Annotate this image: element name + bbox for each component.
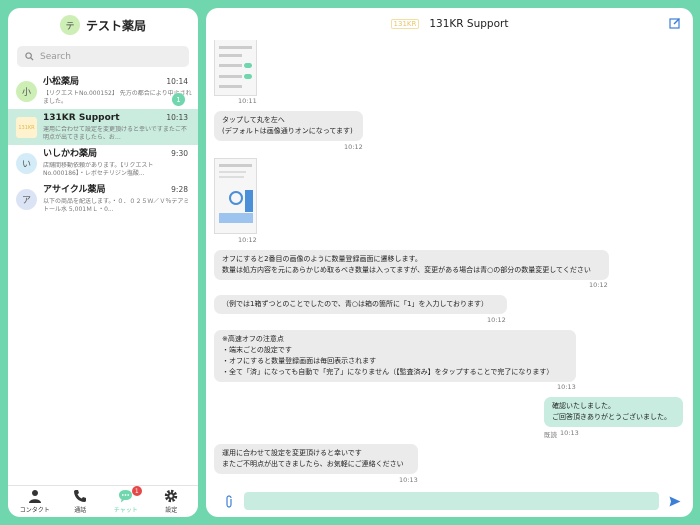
chat-row-acycle[interactable]: ア アサイクル薬局以下の商品を配送します。・０．０２５Ｗ／Ｖ％デアミトール水 5… — [8, 181, 198, 217]
message-time: 10:13 — [560, 429, 579, 437]
chat-row-komatsu[interactable]: 小 小松薬局 【リクエストNo.000152】 先方の都合により中止されました。 … — [8, 73, 198, 109]
screenshot-thumbnail[interactable] — [214, 158, 257, 234]
conversation-header: 131KR 131KR Support — [206, 8, 693, 40]
tab-label: チャット — [113, 507, 138, 514]
chat-name: いしかわ薬局 — [43, 149, 98, 159]
message-bubble: （例では1箱ずつとのことでしたので、青○は箱の箇所に「1」を入力しております） — [214, 295, 507, 314]
search-placeholder: Search — [40, 51, 71, 62]
message-time: 10:11 — [238, 97, 257, 105]
account-name: テスト薬局 — [85, 18, 146, 33]
chat-row-ishikawa[interactable]: い いしかわ薬局店舗間移動依頼があります。【リクエストNo.000186】・レボ… — [8, 145, 198, 181]
chat-preview: 【リクエストNo.000152】 先方の都合により中止されました。 — [43, 90, 192, 105]
chat-time: 10:14 — [166, 77, 188, 86]
message-time: 10:12 — [487, 316, 506, 324]
tab-label: コンタクト — [19, 507, 50, 514]
message-time: 10:13 — [399, 476, 418, 484]
contact-logo: 131KR — [390, 19, 420, 29]
unread-badge: 1 — [172, 93, 185, 106]
send-icon[interactable] — [669, 496, 681, 507]
compose-icon[interactable] — [669, 17, 681, 29]
avatar-logo: 131KR — [16, 117, 37, 138]
message-time: 10:12 — [344, 143, 363, 151]
message-input[interactable] — [244, 492, 659, 510]
attachment-icon[interactable] — [224, 494, 234, 508]
message-bubble: ※高速オフの注意点 ・端末ごとの設定です ・オフにすると数量登録画面は毎回表示さ… — [214, 330, 576, 382]
avatar: ア — [16, 189, 37, 210]
chat-preview: 以下の商品を配送します。・０．０２５Ｗ／Ｖ％デアミトール水 5,001ＭＬ・0.… — [43, 198, 190, 213]
conversation-title: 131KR Support — [429, 18, 509, 30]
chat-time: 9:30 — [171, 149, 188, 158]
message-time: 10:12 — [589, 281, 608, 289]
screenshot-thumbnail[interactable] — [214, 40, 257, 96]
tab-calls[interactable]: 通話 — [60, 489, 100, 514]
tab-settings[interactable]: 設定 — [151, 489, 191, 514]
message-composer — [206, 485, 693, 517]
chat-time: 9:28 — [171, 185, 188, 194]
chat-list-panel: テ テスト薬局 Search 小 小松薬局 【リクエストNo.000152】 先方… — [8, 8, 198, 517]
chat-icon — [119, 490, 133, 503]
message-bubble: 運用に合わせて設定を変更頂けると幸いです またご不明点が出てきましたら、お気軽に… — [214, 444, 418, 474]
conversation-panel: 131KR 131KR Support 10:11 タップして丸を左へ (デフォ… — [206, 8, 693, 517]
tab-bar: コンタクト 通話 チャット 1 設定 — [8, 485, 198, 517]
message-list[interactable]: 10:11 タップして丸を左へ (デフォルトは画像通りオンになってます) 10:… — [206, 40, 693, 485]
account-avatar: テ — [59, 15, 80, 35]
message-bubble: タップして丸を左へ (デフォルトは画像通りオンになってます) — [214, 111, 363, 141]
gear-icon — [165, 489, 178, 503]
message-time: 10:12 — [238, 236, 257, 244]
message-time: 10:13 — [557, 383, 576, 391]
chat-preview: 運用に合わせて設定を変更頂けると幸いですまたご不明点が出てきましたら、お… — [43, 126, 187, 141]
avatar: 小 — [16, 81, 37, 102]
message-bubble-outgoing: 確認いたしました。 ご回答頂きありがとうございました。 — [544, 397, 683, 427]
chat-preview: 店舗間移動依頼があります。【リクエストNo.000186】・レボセチリジン塩酸.… — [43, 162, 154, 177]
tab-chat[interactable]: チャット 1 — [106, 486, 146, 514]
tab-label: 設定 — [165, 507, 178, 514]
chat-name: アサイクル薬局 — [43, 185, 106, 195]
tab-label: 通話 — [74, 507, 87, 514]
message-bubble: オフにすると2番目の画像のように数量登録画面に遷移します。 数量は処方内容を元に… — [214, 250, 609, 280]
person-icon — [28, 490, 41, 503]
read-receipt: 既読 — [544, 431, 557, 439]
search-icon — [25, 52, 34, 61]
tab-badge: 1 — [131, 486, 142, 496]
chat-time: 10:13 — [166, 113, 188, 122]
chat-row-131kr[interactable]: 131KR 131KR Support 運用に合わせて設定を変更頂けると幸いですま… — [8, 109, 198, 145]
avatar: い — [16, 153, 37, 174]
account-header: テ テスト薬局 — [8, 8, 198, 42]
search-field[interactable]: Search — [17, 46, 189, 67]
tab-contacts[interactable]: コンタクト — [15, 489, 55, 514]
phone-icon — [74, 490, 87, 502]
